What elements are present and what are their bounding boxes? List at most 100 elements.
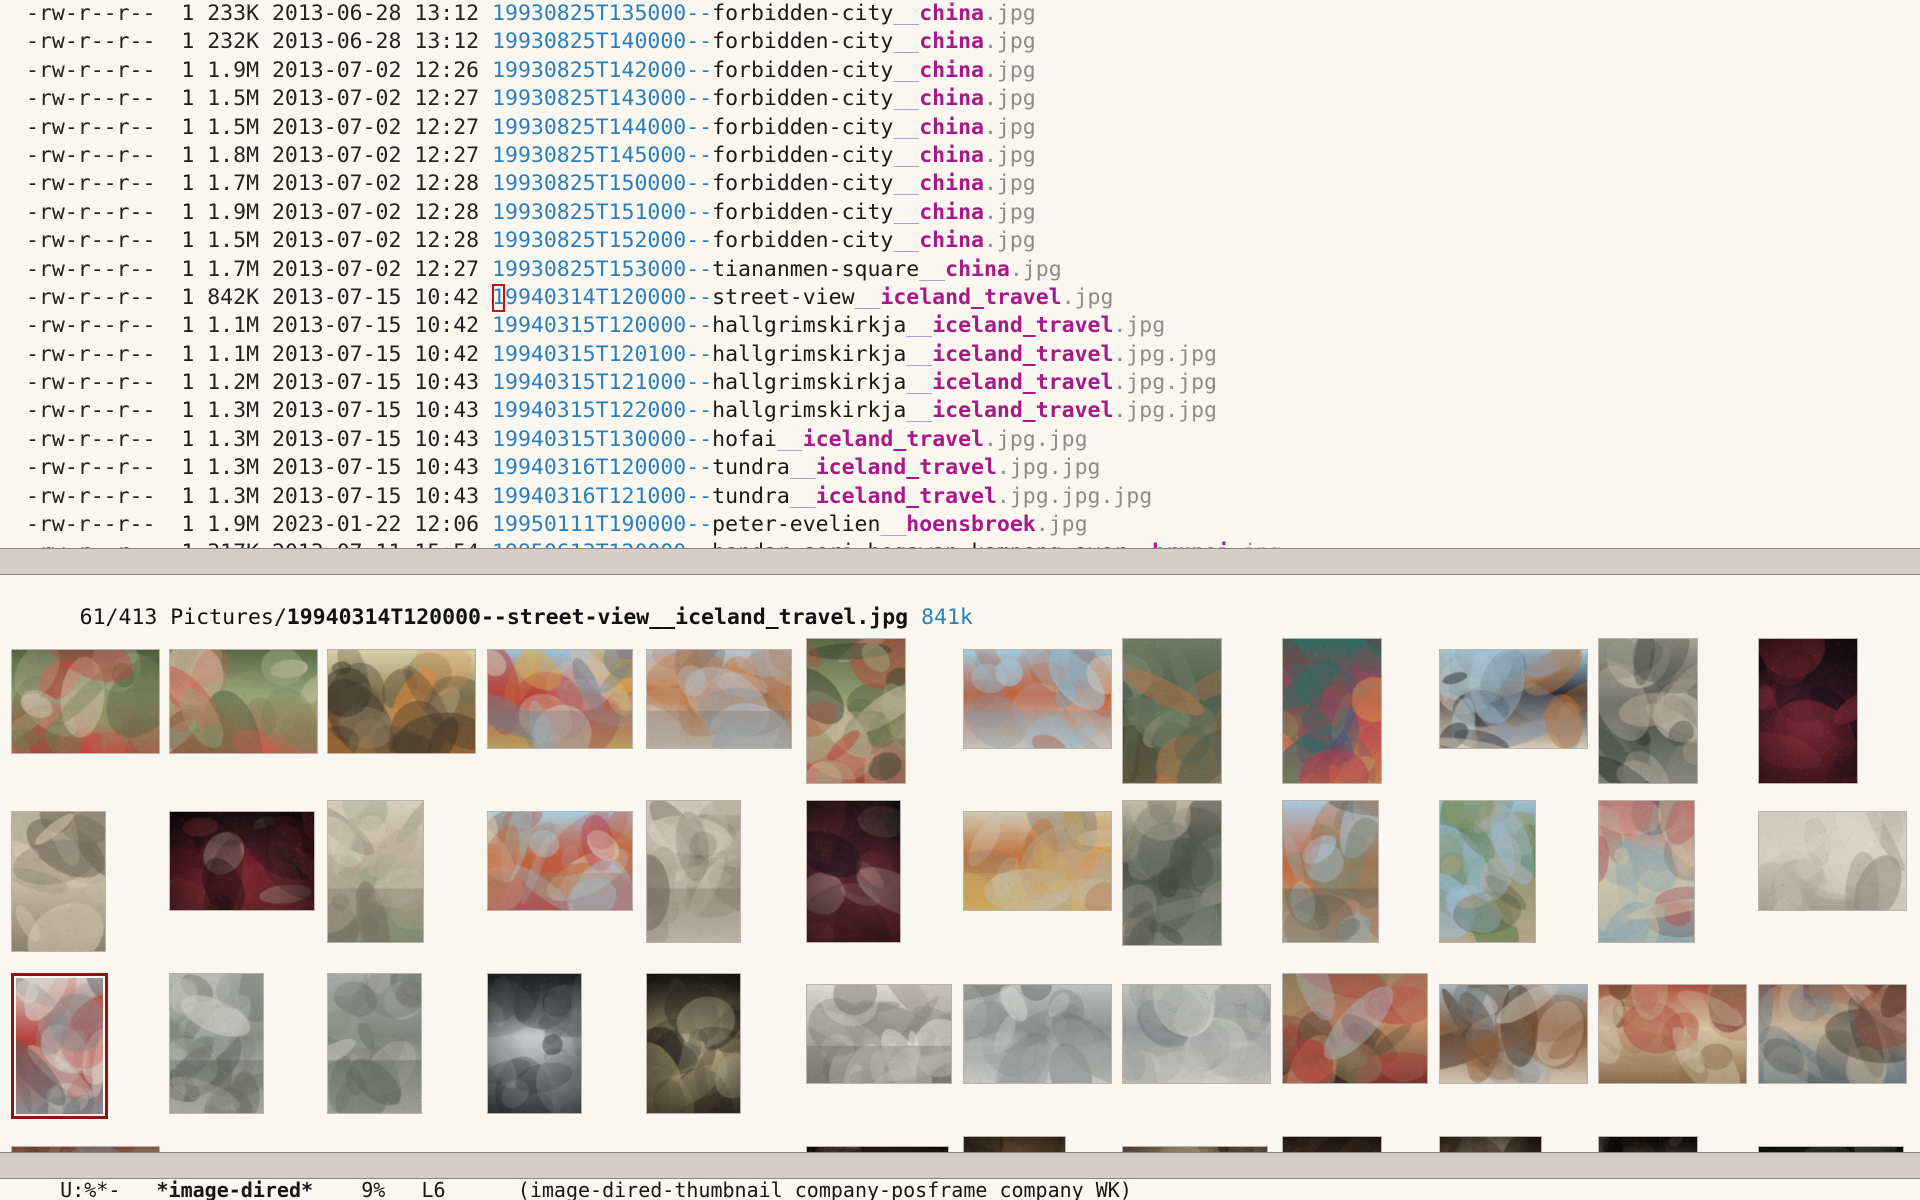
thumbnail-house-winter-bw[interactable] xyxy=(806,984,952,1084)
thumbnail-cave-stalactite-a[interactable] xyxy=(963,1136,1066,1152)
dired-file-row[interactable]: -rw-r--r-- 1 1.2M 2013-07-15 10:43 19940… xyxy=(0,369,1920,397)
thumbnail-hallgrimskirkja-a[interactable] xyxy=(169,973,264,1114)
thumbnail-cave-dark-column[interactable] xyxy=(1282,1136,1382,1152)
thumbnail-market-hands[interactable] xyxy=(327,649,476,754)
dired-file-row[interactable]: -rw-r--r-- 1 1.3M 2013-07-15 10:43 19940… xyxy=(0,426,1920,454)
thumbnail-temple-corridor-dark[interactable] xyxy=(806,800,901,943)
thumbnail-bronze-urn[interactable] xyxy=(1122,800,1222,946)
thumbnail-balustrade[interactable] xyxy=(327,800,424,943)
dired-file-row[interactable]: -rw-r--r-- 1 1.5M 2013-07-02 12:27 19930… xyxy=(0,85,1920,113)
file-timestamp: 19930825T151000 xyxy=(492,199,687,225)
file-tag: china xyxy=(945,256,1010,282)
file-basename: forbidden-city xyxy=(712,29,894,55)
dired-file-row[interactable]: -rw-r--r-- 1 1.8M 2013-07-02 12:27 19930… xyxy=(0,142,1920,170)
thumbnail-kampong-roofs[interactable] xyxy=(1758,984,1907,1084)
mode-line-line-number: L6 xyxy=(421,1178,446,1200)
dired-file-row[interactable]: -rw-r--r-- 1 1.9M 2013-07-02 12:26 19930… xyxy=(0,57,1920,85)
thumbnail-pavilion-golden-roof[interactable] xyxy=(963,811,1112,911)
name-separator: -- xyxy=(686,57,713,83)
dired-window[interactable]: -rw-r--r-- 1 233K 2013-06-28 13:12 19930… xyxy=(0,0,1920,548)
thumbnail-monument-columns[interactable] xyxy=(646,649,792,749)
dired-file-row[interactable]: -rw-r--r-- 1 1.5M 2013-07-02 12:27 19930… xyxy=(0,114,1920,142)
thumbnail-tundra-road-a[interactable] xyxy=(963,984,1112,1084)
file-time: 10:42 xyxy=(414,341,480,367)
thumbnail-cave-figure[interactable] xyxy=(1598,1136,1698,1152)
thumbnail-green-shirt-man[interactable] xyxy=(806,638,906,784)
file-date: 2013-07-15 xyxy=(271,455,402,481)
dired-file-row[interactable]: -rw-r--r-- 1 1.5M 2013-07-02 12:28 19930… xyxy=(0,227,1920,255)
dired-file-row[interactable]: -rw-r--r-- 1 1.1M 2013-07-15 10:42 19940… xyxy=(0,312,1920,340)
thumbnail-bronze-censer[interactable] xyxy=(1598,638,1698,784)
dired-file-row[interactable]: -rw-r--r-- 1 233K 2013-06-28 13:12 19930… xyxy=(0,0,1920,28)
file-tag: china xyxy=(919,171,984,197)
file-link-count: 1 xyxy=(155,426,208,452)
mode-line-status: U:%*- xyxy=(60,1178,121,1200)
dired-file-row[interactable]: -rw-r--r-- 1 232K 2013-06-28 13:12 19930… xyxy=(0,28,1920,56)
thumbnail-children-plaza[interactable] xyxy=(11,811,106,952)
thumbnail-throne-room[interactable] xyxy=(169,811,315,911)
file-date: 2013-07-15 xyxy=(271,370,402,396)
file-permissions: -rw-r--r-- xyxy=(26,426,156,452)
thumbnail-stone-stairway[interactable] xyxy=(646,800,741,943)
dired-file-row[interactable]: -rw-r--r-- 1 842K 2013-07-15 10:42 19940… xyxy=(0,284,1920,312)
dired-file-list[interactable]: -rw-r--r-- 1 233K 2013-06-28 13:12 19930… xyxy=(0,0,1920,548)
file-extension: .jpg xyxy=(983,142,1036,168)
file-size: 841k xyxy=(921,605,973,630)
thumbnail-forbidden-city-rooftops[interactable] xyxy=(487,811,633,911)
file-tag: china xyxy=(919,228,984,254)
file-size: 317K xyxy=(207,540,259,548)
thumbnail-cave-white-pillars[interactable] xyxy=(1439,1136,1542,1152)
thumbnail-hallgrimskirkja-b[interactable] xyxy=(327,973,422,1114)
thumbnail-kampong-house-red[interactable] xyxy=(1598,984,1747,1084)
dired-file-row[interactable]: -rw-r--r-- 1 1.1M 2013-07-15 10:42 19940… xyxy=(0,341,1920,369)
thumbnail-painted-ceiling[interactable] xyxy=(1282,638,1382,784)
file-tag: china xyxy=(919,86,984,112)
thumbnail-mao-portrait[interactable] xyxy=(1598,800,1695,943)
dired-file-row[interactable]: -rw-r--r-- 1 1.7M 2013-07-02 12:28 19930… xyxy=(0,170,1920,198)
image-dired-window[interactable]: 61/413 Pictures/19940314T120000--street-… xyxy=(0,576,1920,1152)
thumbnail-church-interior-arches[interactable] xyxy=(487,973,582,1114)
file-link-count: 1 xyxy=(155,540,207,548)
thumbnail-snow-street-red-car[interactable] xyxy=(11,973,108,1119)
dired-file-row[interactable]: -rw-r--r-- 1 317K 2013-07-11 15:54 19950… xyxy=(0,539,1920,548)
thumbnail-crowd-green-shirts-a[interactable] xyxy=(11,649,160,754)
sp xyxy=(259,29,272,54)
file-date: 2013-07-02 xyxy=(271,199,402,225)
file-date: 2013-07-02 xyxy=(271,114,402,140)
thumbnail-couple-bottle[interactable] xyxy=(1282,973,1428,1084)
thumbnail-stilt-houses-street[interactable] xyxy=(1439,984,1588,1084)
thumbnail-church-organ[interactable] xyxy=(646,973,741,1114)
thumbnail-image xyxy=(328,650,475,753)
file-permissions: -rw-r--r-- xyxy=(26,199,156,225)
thumbnail-throne-hall-dark[interactable] xyxy=(1758,638,1858,784)
thumbnail-tiananmen-square-wide[interactable] xyxy=(1758,811,1907,911)
name-separator: -- xyxy=(686,142,713,168)
thumbnail-plaza-silhouettes[interactable] xyxy=(1439,649,1588,749)
file-extension: .jpg xyxy=(983,171,1036,197)
dired-file-row[interactable]: -rw-r--r-- 1 1.9M 2023-01-22 12:06 19950… xyxy=(0,511,1920,539)
dired-file-row[interactable]: -rw-r--r-- 1 1.9M 2013-07-02 12:28 19930… xyxy=(0,199,1920,227)
file-time: 10:43 xyxy=(414,370,480,396)
dired-file-row[interactable]: -rw-r--r-- 1 1.7M 2013-07-02 12:27 19930… xyxy=(0,256,1920,284)
file-size: 1.3M xyxy=(207,398,260,424)
file-basename: hofai xyxy=(712,426,777,452)
file-timestamp: 19950111T190000 xyxy=(492,512,687,538)
thumbnail-crowd-green-shirts-b[interactable] xyxy=(169,649,318,754)
thumbnail-tundra-road-b[interactable] xyxy=(1122,984,1271,1084)
thumbnail-image xyxy=(170,974,263,1113)
file-extension: .jpg xyxy=(1009,256,1062,282)
dired-file-row[interactable]: -rw-r--r-- 1 1.3M 2013-07-15 10:43 19940… xyxy=(0,454,1920,482)
thumbnail-garden-tree[interactable] xyxy=(1439,800,1536,943)
dired-file-row[interactable]: -rw-r--r-- 1 1.3M 2013-07-15 10:43 19940… xyxy=(0,397,1920,425)
thumbnail-bronze-lion[interactable] xyxy=(1122,638,1222,784)
thumbnail-image xyxy=(647,801,740,942)
dired-file-row[interactable]: -rw-r--r-- 1 1.3M 2013-07-15 10:43 19940… xyxy=(0,483,1920,511)
thumbnail-tiananmen-gate[interactable] xyxy=(487,649,633,749)
thumbnail-temple-pagoda[interactable] xyxy=(1282,800,1379,943)
file-date: 2013-07-11 xyxy=(272,540,401,548)
file-time: 10:42 xyxy=(414,284,480,310)
thumbnail-forbidden-city-plaza[interactable] xyxy=(963,649,1112,749)
file-timestamp: 19930825T150000 xyxy=(492,171,687,197)
thumbnail-index: 61/413 xyxy=(79,605,158,630)
file-tag: china xyxy=(919,142,984,168)
